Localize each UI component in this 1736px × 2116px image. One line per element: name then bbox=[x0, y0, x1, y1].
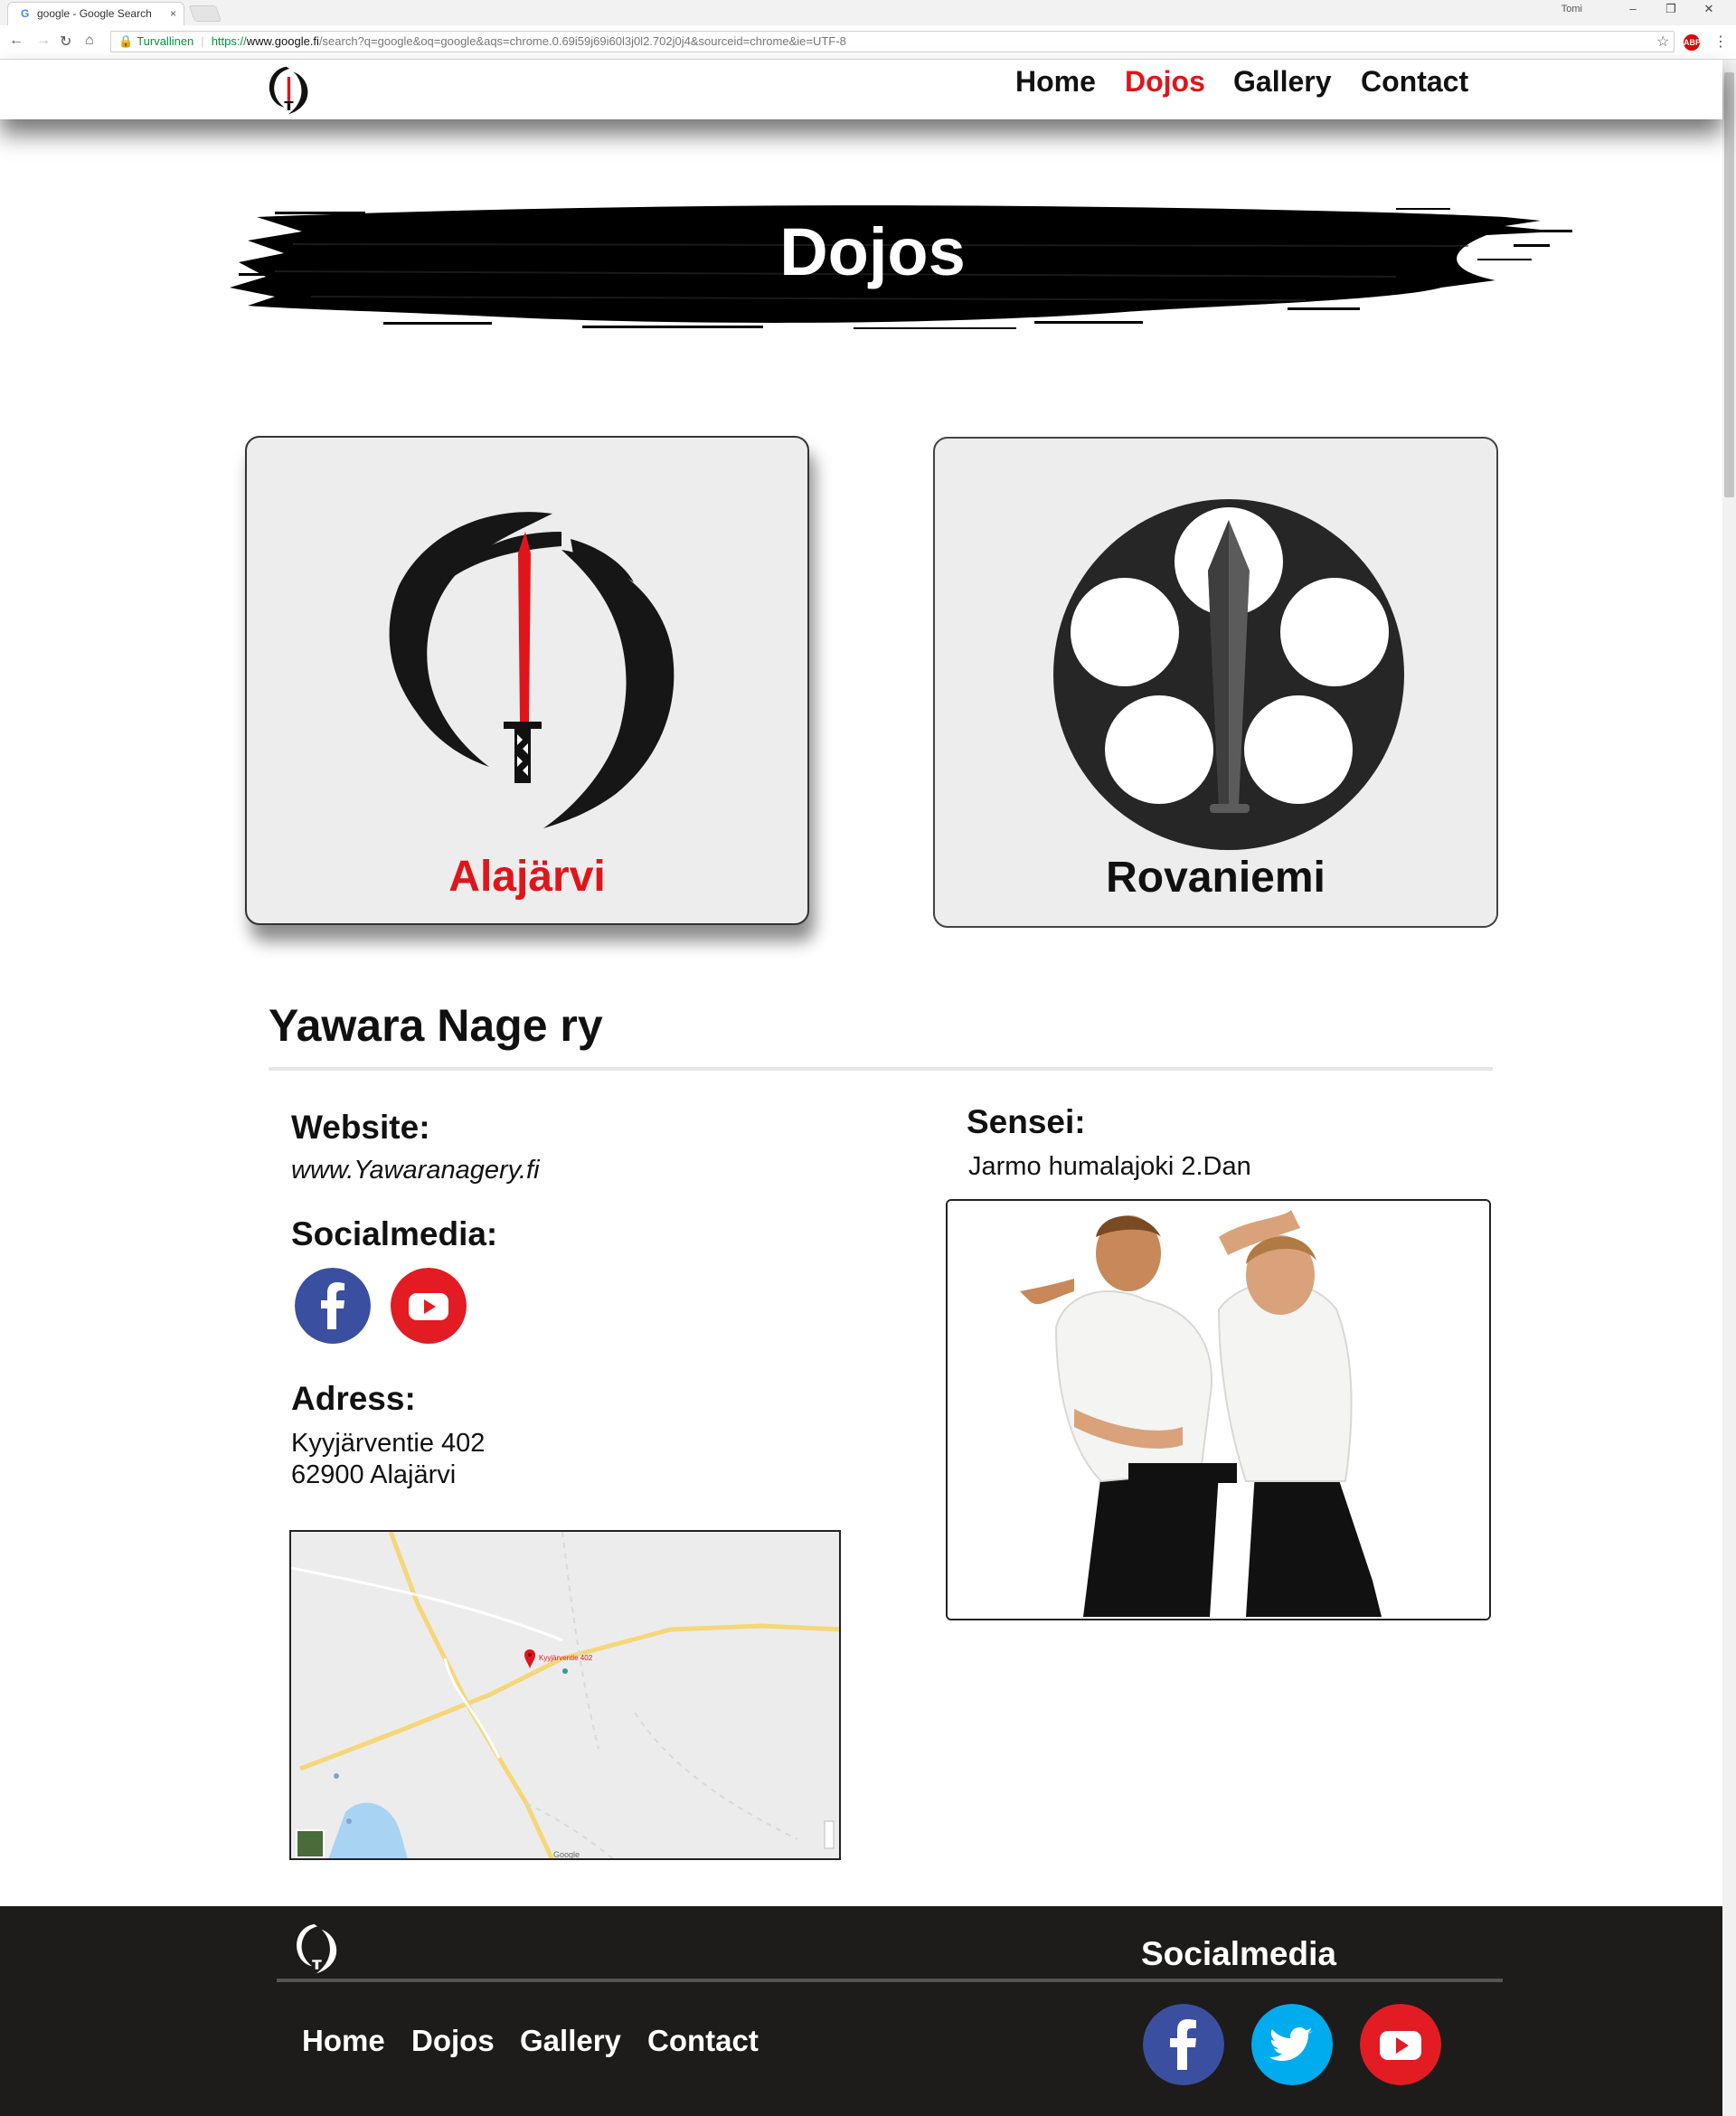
facebook-icon[interactable] bbox=[295, 1268, 371, 1344]
sensei-heading: Sensei: bbox=[967, 1103, 1086, 1140]
reload-icon[interactable]: ↻ bbox=[60, 33, 71, 51]
card-label-alajarvi: Alajärvi bbox=[448, 853, 606, 901]
dojo-card-alajarvi[interactable]: Alajärvi bbox=[245, 436, 809, 925]
footer-logo-icon[interactable] bbox=[291, 1919, 344, 1977]
browser-toolbar: ← → ↻ ⌂ 🔒 Turvallinen | https://www.google.… bbox=[0, 25, 1736, 60]
url-path: /search?q=google&oq=google&aqs=chrome.0.… bbox=[318, 34, 846, 48]
forward-icon[interactable]: → bbox=[36, 33, 51, 49]
dojo-name-heading: Yawara Nage ry bbox=[269, 1000, 603, 1051]
secure-label: Turvallinen bbox=[137, 34, 194, 48]
browser-tabbar: G google - Google Search × Tomi – ❐ ✕ bbox=[0, 0, 1736, 25]
address-bar[interactable]: 🔒 Turvallinen | https://www.google.fi/searc… bbox=[110, 31, 1675, 52]
footer-nav-contact[interactable]: Contact bbox=[647, 2024, 759, 2058]
back-icon[interactable]: ← bbox=[9, 33, 24, 49]
browser-tab[interactable]: G google - Google Search × bbox=[7, 2, 184, 25]
profile-name[interactable]: Tomi bbox=[1561, 4, 1582, 14]
close-tab-icon[interactable]: × bbox=[170, 3, 176, 24]
banner-title: Dojos bbox=[779, 214, 966, 289]
nav-home[interactable]: Home bbox=[1015, 65, 1096, 99]
footer-facebook-icon[interactable] bbox=[1143, 2004, 1224, 2085]
sensei-name: Jarmo humalajoki 2.Dan bbox=[968, 1152, 1251, 1181]
address-line-2: 62900 Alajärvi bbox=[291, 1460, 457, 1489]
card-label-rovaniemi: Rovaniemi bbox=[1106, 854, 1326, 902]
google-favicon-icon: G bbox=[21, 7, 30, 20]
footer-nav-home[interactable]: Home bbox=[302, 2024, 385, 2058]
website-link[interactable]: www.Yawaranagery.fi bbox=[291, 1156, 540, 1186]
browser-menu-icon[interactable]: ⋮ bbox=[1713, 33, 1728, 51]
social-heading: Socialmedia: bbox=[291, 1215, 498, 1252]
lock-icon: 🔒 bbox=[118, 34, 134, 48]
section-divider bbox=[269, 1067, 1493, 1071]
tab-title: google - Google Search bbox=[37, 7, 152, 20]
adblock-extension-icon[interactable]: ABP bbox=[1684, 34, 1701, 51]
map-attribution: Google bbox=[553, 1850, 580, 1859]
footer-nav-dojos[interactable]: Dojos bbox=[411, 2024, 495, 2058]
minimize-icon[interactable]: – bbox=[1615, 2, 1651, 15]
website-heading: Website: bbox=[291, 1109, 430, 1146]
site-footer bbox=[0, 1906, 1722, 2116]
sensei-photo bbox=[946, 1199, 1491, 1620]
map-pin-label: Kyyjärventie 402 bbox=[539, 1654, 593, 1662]
footer-divider bbox=[277, 1979, 1503, 1982]
site-header: Home Dojos Gallery Contact bbox=[0, 60, 1722, 119]
katana-logo-icon bbox=[389, 512, 675, 828]
restore-icon[interactable]: ❐ bbox=[1653, 2, 1689, 16]
site-logo-icon[interactable] bbox=[264, 61, 315, 118]
aikido-practitioners-image bbox=[948, 1201, 1489, 1619]
bookmark-star-icon[interactable]: ☆ bbox=[1656, 33, 1669, 51]
address-line-1: Kyyjärventie 402 bbox=[291, 1429, 486, 1458]
footer-nav-gallery[interactable]: Gallery bbox=[520, 2024, 621, 2058]
url-domain: www.google.fi bbox=[246, 34, 319, 48]
footer-twitter-icon[interactable] bbox=[1251, 2004, 1333, 2085]
nav-dojos[interactable]: Dojos bbox=[1125, 65, 1205, 99]
youtube-icon[interactable] bbox=[391, 1268, 467, 1344]
address-heading: Adress: bbox=[291, 1380, 416, 1417]
home-icon[interactable]: ⌂ bbox=[85, 33, 94, 49]
close-window-icon[interactable]: ✕ bbox=[1691, 2, 1727, 16]
nav-contact[interactable]: Contact bbox=[1361, 65, 1468, 99]
footer-social-heading: Socialmedia bbox=[1141, 1935, 1336, 1972]
dojo-card-rovaniemi[interactable]: Rovaniemi bbox=[933, 437, 1498, 928]
map-roads: Kyyjärventie 402 Google bbox=[291, 1532, 839, 1859]
footer-youtube-icon[interactable] bbox=[1360, 2004, 1441, 2085]
new-tab-button[interactable] bbox=[188, 5, 222, 22]
location-map[interactable]: Kyyjärventie 402 Google bbox=[289, 1530, 841, 1860]
url-scheme: https:// bbox=[211, 34, 247, 48]
nav-gallery[interactable]: Gallery bbox=[1233, 65, 1332, 99]
rovaniemi-emblem-icon bbox=[1053, 499, 1404, 850]
